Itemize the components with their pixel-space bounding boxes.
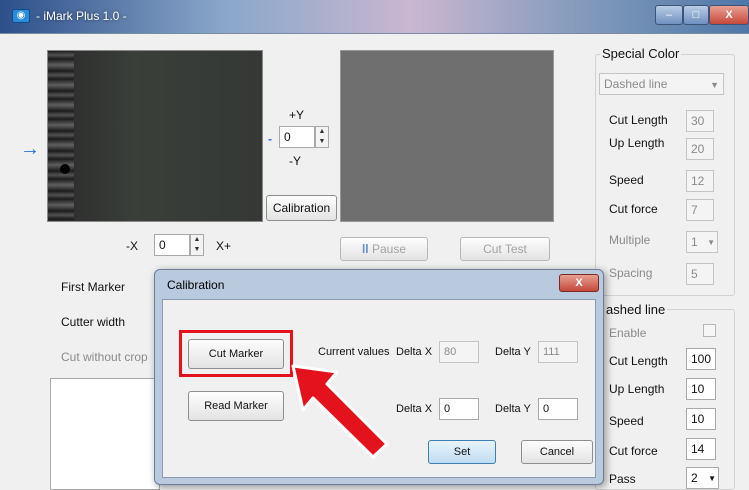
dashed-line-title: ashed line <box>604 302 668 317</box>
cut-marker-button[interactable]: Cut Marker <box>188 339 284 369</box>
dashed-pass-label: Pass <box>609 472 636 486</box>
current-delta-x-input[interactable]: 80 <box>439 341 479 363</box>
dashed-speed-label: Speed <box>609 414 644 428</box>
special-speed-input[interactable]: 12 <box>686 170 714 192</box>
dashed-speed-input[interactable]: 10 <box>686 408 716 430</box>
dialog-close-button[interactable]: X <box>559 274 599 292</box>
y-offset-input[interactable]: 0 <box>279 126 315 148</box>
dashed-cut-force-input[interactable]: 14 <box>686 438 716 460</box>
app-eye-icon[interactable]: ◉ <box>12 9 30 23</box>
first-marker-label: First Marker <box>61 280 125 294</box>
dashed-cut-length-label: Cut Length <box>609 354 668 368</box>
dialog-title: Calibration <box>167 278 225 292</box>
set-button[interactable]: Set <box>428 440 496 464</box>
pointer-arrow-icon: → <box>20 138 40 160</box>
special-speed-label: Speed <box>609 173 644 187</box>
special-up-length-input[interactable]: 20 <box>686 138 714 160</box>
multiple-value: 1 <box>691 235 698 249</box>
dropdown-value: Dashed line <box>604 77 668 91</box>
new-delta-y-label: Delta Y <box>495 403 531 415</box>
file-list-box[interactable] <box>50 378 160 490</box>
new-delta-x-label: Delta X <box>396 403 433 415</box>
dashed-enable-checkbox[interactable] <box>703 324 716 337</box>
dashed-up-length-input[interactable]: 10 <box>686 378 716 400</box>
calibration-button[interactable]: Calibration <box>266 195 337 221</box>
special-cut-force-input[interactable]: 7 <box>686 199 714 221</box>
chevron-down-icon: ▼ <box>710 80 719 90</box>
minus-y-label: -Y <box>289 154 301 168</box>
minus-x-label: -X <box>126 239 138 253</box>
dialog-body: Cut Marker Read Marker Current values De… <box>162 299 596 478</box>
special-spacing-input[interactable]: 5 <box>686 263 714 285</box>
minimize-button[interactable]: – <box>655 5 683 25</box>
special-color-dropdown[interactable]: Dashed line ▼ <box>599 73 724 95</box>
pause-label: Pause <box>371 242 407 256</box>
cancel-button[interactable]: Cancel <box>521 440 593 464</box>
special-multiple-select[interactable]: 1 ▼ <box>686 231 718 253</box>
y-marker-dash: - <box>268 132 272 146</box>
x-offset-input[interactable]: 0 <box>154 234 190 256</box>
red-pointer-arrow-icon <box>291 364 389 459</box>
special-cut-length-label: Cut Length <box>609 113 668 127</box>
new-delta-y-input[interactable]: 0 <box>538 398 578 420</box>
dashed-cut-force-label: Cut force <box>609 444 658 458</box>
maximize-button[interactable]: □ <box>683 5 709 25</box>
read-marker-button[interactable]: Read Marker <box>188 391 284 421</box>
special-cut-force-label: Cut force <box>609 202 658 216</box>
camera-edge-strip <box>48 51 74 221</box>
y-offset-stepper[interactable]: ▲ ▼ <box>315 126 329 148</box>
pause-button[interactable]: ll Pause <box>340 237 428 261</box>
current-values-label: Current values <box>318 346 390 358</box>
new-delta-x-input[interactable]: 0 <box>439 398 479 420</box>
pass-value: 2 <box>691 471 698 485</box>
cut-without-crop-label[interactable]: Cut without crop <box>61 350 148 364</box>
pause-icon: ll <box>361 242 372 256</box>
registration-mark <box>60 164 70 174</box>
dashed-enable-label: Enable <box>609 326 647 340</box>
window-title: - iMark Plus 1.0 - <box>36 9 127 23</box>
cut-test-button[interactable]: Cut Test <box>460 237 550 261</box>
preview-pane <box>340 50 554 222</box>
special-up-length-label: Up Length <box>609 136 665 150</box>
special-multiple-label: Multiple <box>609 233 651 247</box>
window-close-button[interactable]: X <box>709 5 749 25</box>
chevron-down-icon: ▼ <box>708 474 716 483</box>
current-delta-y-label: Delta Y <box>495 346 531 358</box>
chevron-down-icon: ▼ <box>707 238 715 247</box>
special-cut-length-input[interactable]: 30 <box>686 110 714 132</box>
camera-view <box>47 50 263 222</box>
current-delta-y-input[interactable]: 111 <box>538 341 578 363</box>
special-color-title: Special Color <box>600 46 682 61</box>
x-offset-stepper[interactable]: ▲ ▼ <box>190 234 204 256</box>
title-bar: ◉ - iMark Plus 1.0 - – □ X <box>0 0 749 34</box>
calibration-dialog: Calibration X Cut Marker Read Marker Cur… <box>154 269 604 485</box>
plus-y-label: +Y <box>289 108 305 122</box>
plus-x-label: X+ <box>216 239 232 253</box>
dashed-pass-select[interactable]: 2 ▼ <box>686 467 719 489</box>
dashed-cut-length-input[interactable]: 100 <box>686 348 716 370</box>
special-spacing-label: Spacing <box>609 266 653 280</box>
dashed-up-length-label: Up Length <box>609 382 665 396</box>
current-delta-x-label: Delta X <box>396 346 433 358</box>
cutter-width-label: Cutter width <box>61 315 126 329</box>
